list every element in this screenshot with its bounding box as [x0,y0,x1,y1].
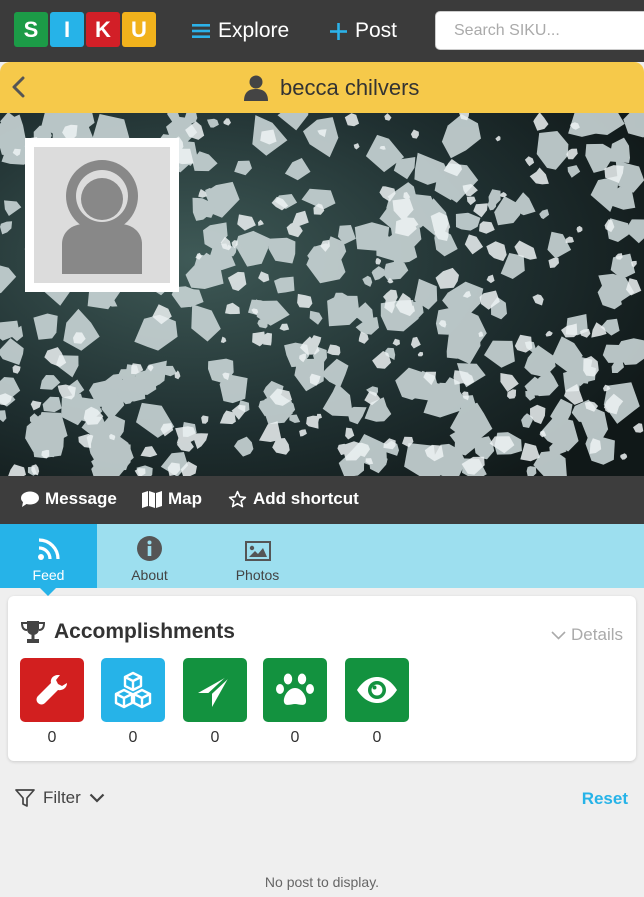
speech-bubble-icon [21,491,39,507]
details-toggle[interactable]: Details [551,625,623,645]
badge-wrench[interactable] [20,658,84,722]
avatar-placeholder [34,147,170,283]
tab-photos[interactable]: Photos [209,524,306,588]
badge-wrench-count: 0 [47,729,57,746]
tab-feed-label: Feed [32,567,65,583]
map-button[interactable]: Map [142,489,202,509]
profile-header: becca chilvers [0,62,644,113]
paw-icon [276,673,314,705]
top-nav: S I K U Explore Post [0,0,644,62]
explore-link[interactable]: Explore [192,14,289,48]
badge-location-arrow-count: 0 [210,729,220,746]
cubes-icon [114,671,152,709]
badge-cubes[interactable] [101,658,165,722]
empty-feed-message: No post to display. [264,874,380,890]
eye-icon [357,677,397,703]
profile-avatar[interactable] [25,138,179,292]
add-shortcut-button[interactable]: Add shortcut [228,489,359,509]
details-label: Details [571,625,623,644]
search-input[interactable] [435,11,644,50]
chevron-left-icon [12,76,25,98]
location-arrow-icon [198,673,232,707]
logo-letter-s: S [14,12,48,47]
badge-paw[interactable] [263,658,327,722]
map-icon [142,490,162,508]
back-button[interactable] [6,74,30,100]
tab-about-label: About [131,567,168,583]
logo-letter-k: K [86,12,120,47]
plus-icon [330,22,347,40]
filter-label: Filter [43,788,81,807]
profile-title: becca chilvers [244,73,419,103]
siku-logo[interactable]: S I K U [14,12,156,47]
map-label: Map [168,489,202,508]
star-outline-icon [228,490,247,507]
chevron-down-icon [551,630,566,640]
hamburger-icon [192,24,210,38]
tab-about[interactable]: About [101,524,198,588]
reset-button[interactable]: Reset [582,789,628,809]
badge-location-arrow[interactable] [183,658,247,722]
message-button[interactable]: Message [21,489,117,509]
user-icon [244,75,268,101]
logo-letter-i: I [50,12,84,47]
message-label: Message [45,489,117,508]
profile-name: becca chilvers [280,75,420,100]
tab-feed[interactable]: Feed [0,524,97,596]
badge-cubes-count: 0 [128,729,138,746]
image-icon [244,541,271,561]
profile-tabs: Feed About Photos [0,524,644,596]
info-icon [137,536,162,561]
badge-eye[interactable] [345,658,409,722]
add-shortcut-label: Add shortcut [253,489,359,508]
explore-label: Explore [218,19,290,42]
post-label: Post [355,19,398,42]
accomplishments-title: Accomplishments [54,620,235,643]
post-link[interactable]: Post [330,14,397,48]
badge-paw-count: 0 [290,729,300,746]
trophy-icon [20,621,46,643]
chevron-down-icon [89,793,105,803]
tab-photos-label: Photos [235,567,280,583]
active-tab-caret [40,588,56,596]
filter-dropdown[interactable]: Filter [15,788,105,808]
accomplishments-header: Accomplishments [20,620,235,644]
logo-letter-u: U [122,12,156,47]
profile-action-bar: Message Map Add shortcut [0,476,644,524]
default-avatar-icon [62,160,142,274]
rss-icon [37,538,60,560]
wrench-icon [36,675,67,705]
funnel-icon [15,789,35,807]
badge-eye-count: 0 [372,729,382,746]
accomplishments-card: Accomplishments Details 0 0 0 0 0 [8,596,636,761]
